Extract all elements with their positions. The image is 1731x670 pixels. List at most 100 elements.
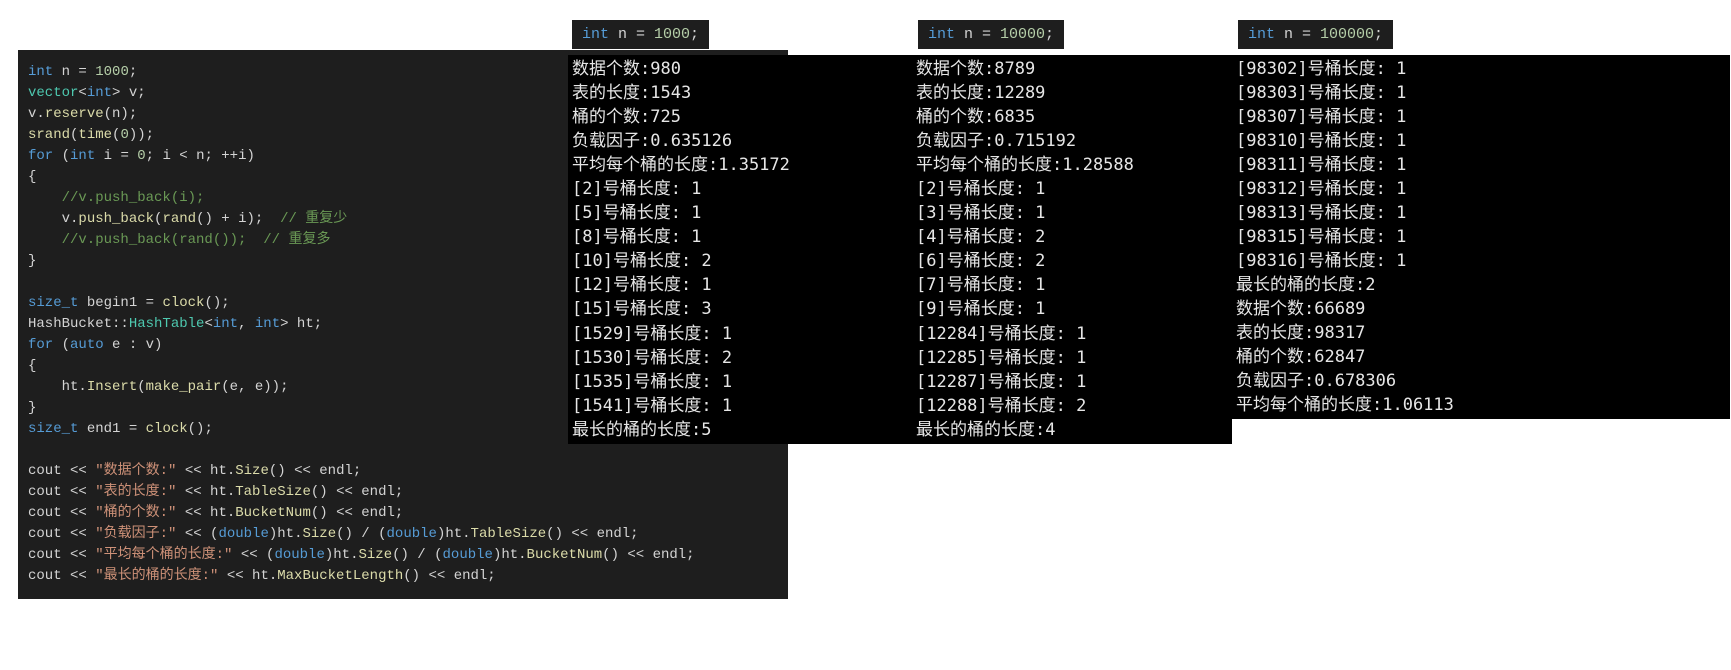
number-literal: 10000 <box>1000 26 1045 43</box>
code-text: )ht. <box>269 526 303 542</box>
code-text: cout << <box>28 484 95 500</box>
string-literal: "平均每个桶的长度:" <box>95 547 232 563</box>
code-text: () / ( <box>392 547 442 563</box>
code-text: (); <box>204 295 229 311</box>
string-literal: "桶的个数:" <box>95 505 176 521</box>
comment: // 重复少 <box>280 211 347 227</box>
code-text: ( <box>137 379 145 395</box>
code-text: } <box>28 253 36 269</box>
code-text: )); <box>129 127 154 143</box>
code-text: ; <box>1045 26 1054 43</box>
console-output-10000-bottom: [12284]号桶长度: 1 [12285]号桶长度: 1 [12287]号桶长… <box>912 320 1232 444</box>
code-text: << ( <box>176 526 218 542</box>
keyword: int <box>582 26 609 43</box>
code-text: ; <box>1374 26 1383 43</box>
code-text: cout << <box>28 463 95 479</box>
function: make_pair <box>146 379 222 395</box>
comment: //v.push_back(i); <box>28 190 204 206</box>
function: Size <box>302 526 336 542</box>
string-literal: "最长的桶的长度:" <box>95 568 218 584</box>
code-text: (e, e)); <box>221 379 288 395</box>
code-text: e : v) <box>104 337 163 353</box>
code-text: begin1 = <box>78 295 162 311</box>
function: Size <box>358 547 392 563</box>
code-text: << ht. <box>176 484 235 500</box>
code-text: HashBucket:: <box>28 316 129 332</box>
code-text: { <box>28 169 36 185</box>
type: size_t <box>28 295 78 311</box>
keyword: double <box>443 547 493 563</box>
code-text: () << endl; <box>403 568 495 584</box>
code-text: < <box>204 316 212 332</box>
keyword: double <box>218 526 268 542</box>
code-text: << ht. <box>218 568 277 584</box>
function: rand <box>162 211 196 227</box>
type: vector <box>28 85 78 101</box>
keyword: auto <box>70 337 104 353</box>
keyword: int <box>213 316 238 332</box>
code-text: << ht. <box>176 463 235 479</box>
keyword: for <box>28 337 53 353</box>
code-snippet-n100000: int n = 100000; <box>1238 20 1393 49</box>
code-text: () + i); <box>196 211 280 227</box>
code-text: ; <box>129 64 137 80</box>
keyword: for <box>28 148 53 164</box>
code-text: > v; <box>112 85 146 101</box>
code-text: () << endl; <box>602 547 694 563</box>
number-literal: 100000 <box>1320 26 1374 43</box>
code-text: )ht. <box>493 547 527 563</box>
keyword: int <box>255 316 280 332</box>
function: BucketNum <box>235 505 311 521</box>
code-text: ; <box>690 26 699 43</box>
type: size_t <box>28 421 78 437</box>
function: reserve <box>45 106 104 122</box>
console-output-100000: [98302]号桶长度: 1 [98303]号桶长度: 1 [98307]号桶长… <box>1232 55 1730 419</box>
function: push_back <box>78 211 154 227</box>
code-text: () << endl; <box>311 505 403 521</box>
code-text: cout << <box>28 547 95 563</box>
code-text: i = <box>95 148 137 164</box>
code-text: . <box>36 106 44 122</box>
function: TableSize <box>471 526 547 542</box>
number-literal: 0 <box>137 148 145 164</box>
keyword: int <box>928 26 955 43</box>
function: TableSize <box>235 484 311 500</box>
function: Size <box>235 463 269 479</box>
code-text: )ht. <box>437 526 471 542</box>
code-text: < <box>78 85 86 101</box>
code-text: cout << <box>28 505 95 521</box>
function: MaxBucketLength <box>277 568 403 584</box>
string-literal: "表的长度:" <box>95 484 176 500</box>
code-text: > ht; <box>280 316 322 332</box>
function: clock <box>162 295 204 311</box>
function: BucketNum <box>527 547 603 563</box>
code-text: n = <box>1275 26 1320 43</box>
code-text: end1 = <box>78 421 145 437</box>
code-text: (); <box>188 421 213 437</box>
code-text: cout << <box>28 526 95 542</box>
code-snippet-n1000: int n = 1000; <box>572 20 709 49</box>
code-text: << ( <box>232 547 274 563</box>
number-literal: 1000 <box>654 26 690 43</box>
function: clock <box>146 421 188 437</box>
code-text: n = <box>609 26 654 43</box>
type: HashTable <box>129 316 205 332</box>
keyword: int <box>70 148 95 164</box>
code-text: << ht. <box>176 505 235 521</box>
code-text: ht. <box>28 379 87 395</box>
code-text: ; i < n; ++i) <box>146 148 255 164</box>
comment: //v.push_back(rand()); // 重复多 <box>28 232 330 248</box>
code-text: ( <box>53 148 70 164</box>
code-text: () / ( <box>336 526 386 542</box>
code-text: v. <box>28 211 78 227</box>
function: time <box>78 127 112 143</box>
console-output-10000-top: 数据个数:8789 表的长度:12289 桶的个数:6835 负载因子:0.71… <box>912 55 1232 323</box>
code-text: () << endl; <box>546 526 638 542</box>
console-output-1000-bottom: [1529]号桶长度: 1 [1530]号桶长度: 2 [1535]号桶长度: … <box>568 320 912 444</box>
code-text: )ht. <box>325 547 359 563</box>
number-literal: 1000 <box>95 64 129 80</box>
code-text: } <box>28 400 36 416</box>
code-text: () << endl; <box>269 463 361 479</box>
keyword: int <box>28 64 53 80</box>
console-output-1000-top: 数据个数:980 表的长度:1543 桶的个数:725 负载因子:0.63512… <box>568 55 912 323</box>
